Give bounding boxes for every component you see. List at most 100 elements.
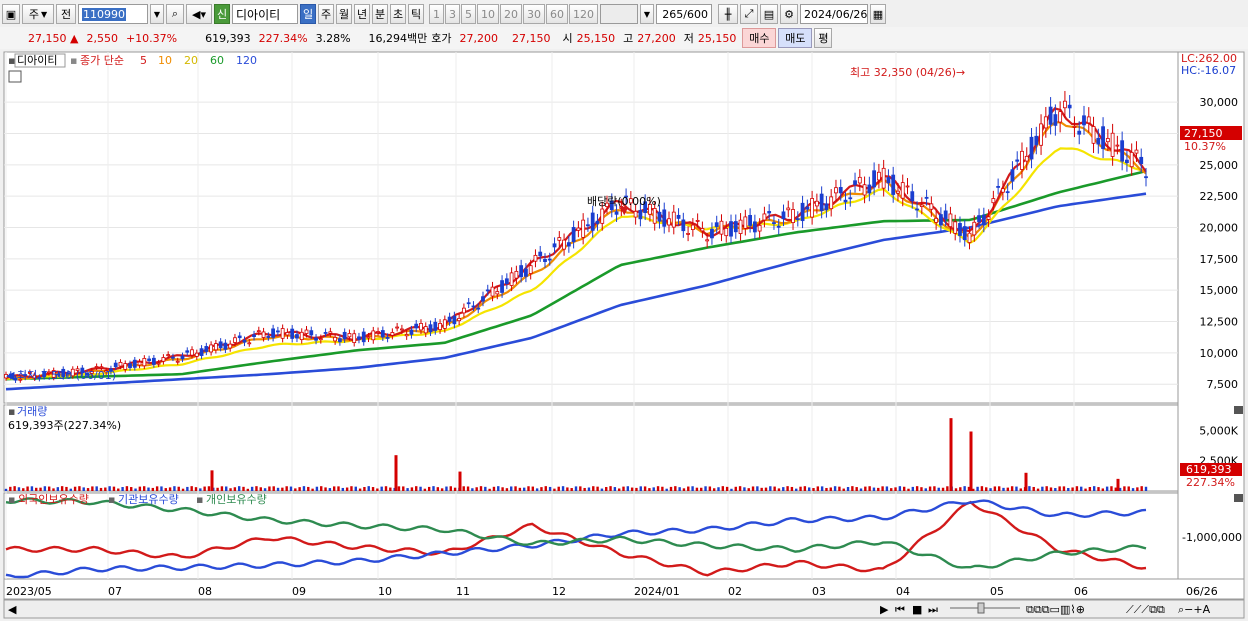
period-button-2[interactable]: 월 [336,4,352,24]
sound-icon[interactable]: ◀▾ [186,4,212,24]
buy-button[interactable]: 매수 [742,28,777,48]
volume-bar [272,486,275,491]
candle-body [266,336,271,338]
volume-bar [933,486,936,491]
mode-select[interactable]: 주 ▼ [22,4,54,24]
candle-body [876,171,881,181]
interval-button-10[interactable]: 10 [477,4,499,24]
candle-body [662,209,667,227]
volume-bar [557,486,560,491]
volume-bar [432,486,435,491]
volume-bar [376,488,379,491]
candle-body [500,280,504,293]
volume-close-icon[interactable] [1234,406,1243,414]
volume-bar [142,486,146,491]
stock-name-field: 디아이티 [232,4,298,24]
volume-bar [890,488,893,491]
up-arrow-icon: ▲ [70,31,79,45]
window-icon[interactable]: ▣ [2,4,20,24]
search-icon[interactable]: ⌕ [166,4,184,24]
volume-bar [332,486,336,491]
stop-icon[interactable]: ■ [912,603,922,616]
volume-bar [479,486,483,491]
period-button-5[interactable]: 초 [390,4,406,24]
ma-title: 종가 단순 [80,54,124,67]
change-value: 2,550 [86,31,118,45]
interval-button-20[interactable]: 20 [500,4,522,24]
volume-bar [704,486,707,491]
rewind-icon[interactable]: ⏮ [895,603,905,616]
code-dropdown-icon[interactable]: ▼ [150,4,164,24]
candle-body [185,350,190,353]
zoom-icons[interactable]: ⌕−+A [1178,603,1211,616]
volume-bar [1097,487,1100,491]
volume-bar [959,487,962,491]
volume-bar [1131,488,1135,491]
chart-type-icon[interactable]: ╫ [718,4,738,24]
volume-bar [47,486,51,491]
save-icon[interactable]: ▤ [760,4,778,24]
scroll-right-icon[interactable]: ▶ [880,603,889,616]
interval-custom-input[interactable] [600,4,638,24]
zoom-slider-handle[interactable] [977,602,985,614]
candle-body [1086,116,1091,124]
volume-bar [734,486,737,491]
candle-body [991,198,996,204]
candle-body [1039,123,1043,146]
grid-toggle-icon[interactable] [8,70,22,83]
candle-body [433,321,438,331]
sell-button[interactable]: 매도 [778,28,813,48]
period-button-1[interactable]: 주 [318,4,334,24]
x-tick-label: 10 [378,585,392,598]
volume-bar [937,487,940,491]
candle-body [376,331,380,333]
period-button-4[interactable]: 분 [372,4,388,24]
candle-body [886,177,891,184]
gear-icon[interactable]: ⚙ [780,4,798,24]
count-field[interactable]: 265/600 [656,4,712,24]
volume-bar [648,488,651,491]
candle-body [347,333,352,338]
prev-button[interactable]: 전 [56,4,76,24]
tool-icons[interactable]: ⟋⟋⟋⧉⧉ [1126,603,1165,616]
calendar-icon[interactable]: ▦ [870,4,886,24]
volume-bar [522,487,526,491]
period-button-0[interactable]: 일 [300,4,316,24]
period-button-6[interactable]: 틱 [408,4,424,24]
scroll-left-icon[interactable]: ◀ [8,603,17,616]
x-tick-label: 06 [1074,585,1088,598]
stock-code-input[interactable]: 110990 [78,4,148,24]
layout-icons[interactable]: ⧉⧉⧉▭▥⌇⊕ [1026,603,1085,616]
volume-spike [949,418,953,491]
interval-button-120[interactable]: 120 [569,4,598,24]
interval-dropdown-icon[interactable]: ▼ [640,4,654,24]
forward-icon[interactable]: ⏭ [928,603,938,616]
period-button-3[interactable]: 년 [354,4,370,24]
volume-bar [829,487,832,491]
drawing-icon[interactable]: ⤢ [740,4,758,24]
volume-bar [1127,486,1130,491]
volume-bar [678,487,681,491]
volume-bar [1110,486,1113,491]
holding-close-icon[interactable] [1234,494,1243,502]
candle-body [237,335,242,339]
interval-button-3[interactable]: 3 [445,4,460,24]
date-field[interactable]: 2024/06/26 [800,4,868,24]
volume-bar [255,486,258,491]
volume-bar [570,488,573,491]
interval-button-1[interactable]: 1 [429,4,444,24]
volume-bar [95,486,98,491]
volume-bar [276,487,280,491]
volume-bar [26,486,29,491]
eval-button[interactable]: 평 [814,28,833,48]
volume-bar [9,486,12,491]
interval-button-5[interactable]: 5 [461,4,476,24]
volume-bar [397,486,401,491]
holding-y-tick: -1,000,000 [1182,531,1242,544]
volume-bar [812,488,815,491]
candle-body [466,302,471,305]
interval-button-30[interactable]: 30 [523,4,545,24]
interval-button-60[interactable]: 60 [546,4,568,24]
volume-bar [954,488,958,491]
candle-body [781,211,786,220]
